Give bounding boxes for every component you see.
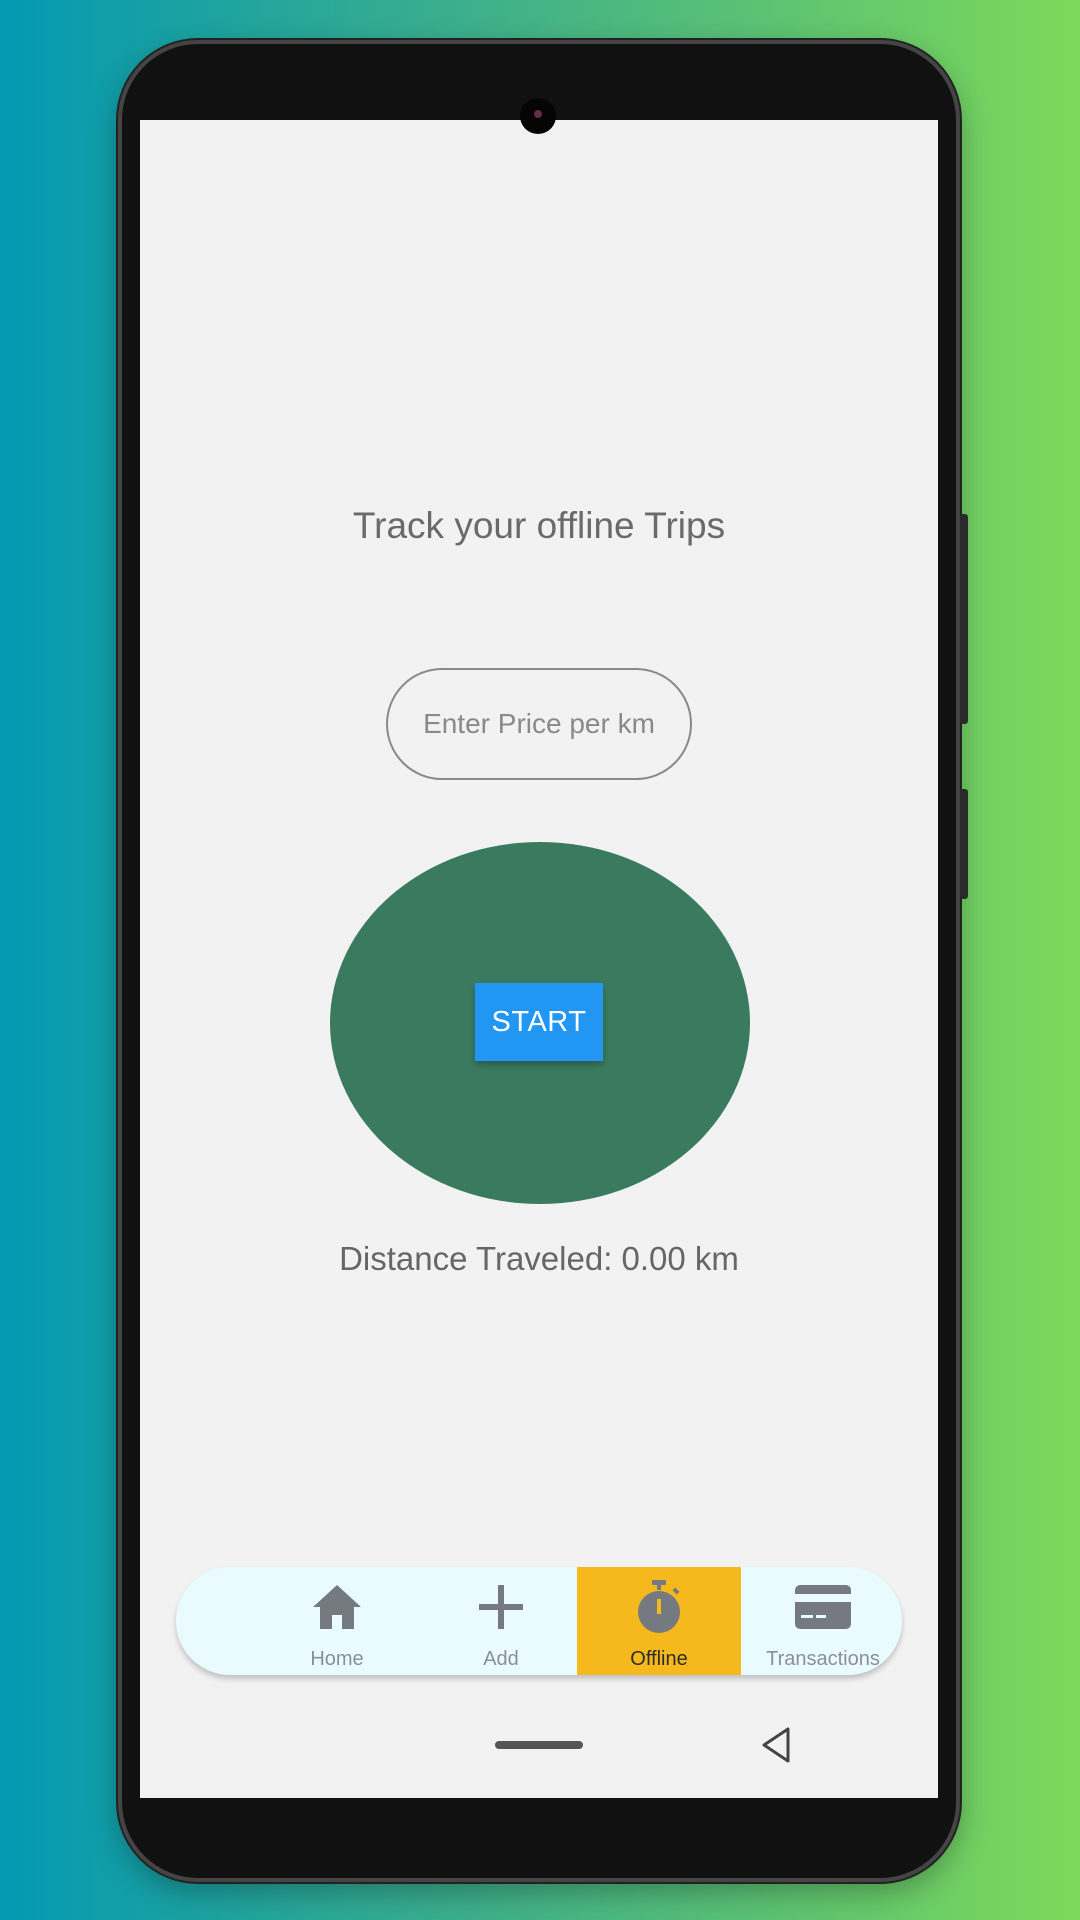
credit-card-icon — [795, 1585, 851, 1629]
power-button — [960, 789, 968, 899]
nav-item-transactions[interactable]: Transactions — [741, 1567, 902, 1675]
back-triangle-icon[interactable] — [758, 1725, 798, 1765]
system-home-bar[interactable] — [495, 1741, 583, 1749]
page-title: Track your offline Trips — [352, 505, 726, 546]
nav-label-transactions: Transactions — [766, 1648, 880, 1670]
nav-item-home[interactable]: Home — [255, 1567, 419, 1675]
nav-label-offline: Offline — [630, 1648, 688, 1670]
nav-label-home: Home — [310, 1648, 364, 1670]
price-per-km-input[interactable] — [386, 668, 692, 780]
plus-icon — [479, 1585, 523, 1629]
nav-item-add[interactable]: Add — [419, 1567, 583, 1675]
app-screen: Track your offline Trips START Distance … — [140, 120, 938, 1798]
home-icon — [313, 1585, 361, 1629]
bottom-navigation: Home Add Offline Transactions — [176, 1567, 902, 1675]
stopwatch-icon — [638, 1580, 680, 1633]
distance-traveled-text: Distance Traveled: 0.00 km — [339, 1240, 739, 1277]
start-button[interactable]: START — [475, 983, 603, 1061]
nav-item-offline[interactable]: Offline — [577, 1567, 741, 1675]
volume-button — [960, 514, 968, 724]
front-camera — [520, 98, 556, 134]
nav-label-add: Add — [483, 1648, 519, 1670]
